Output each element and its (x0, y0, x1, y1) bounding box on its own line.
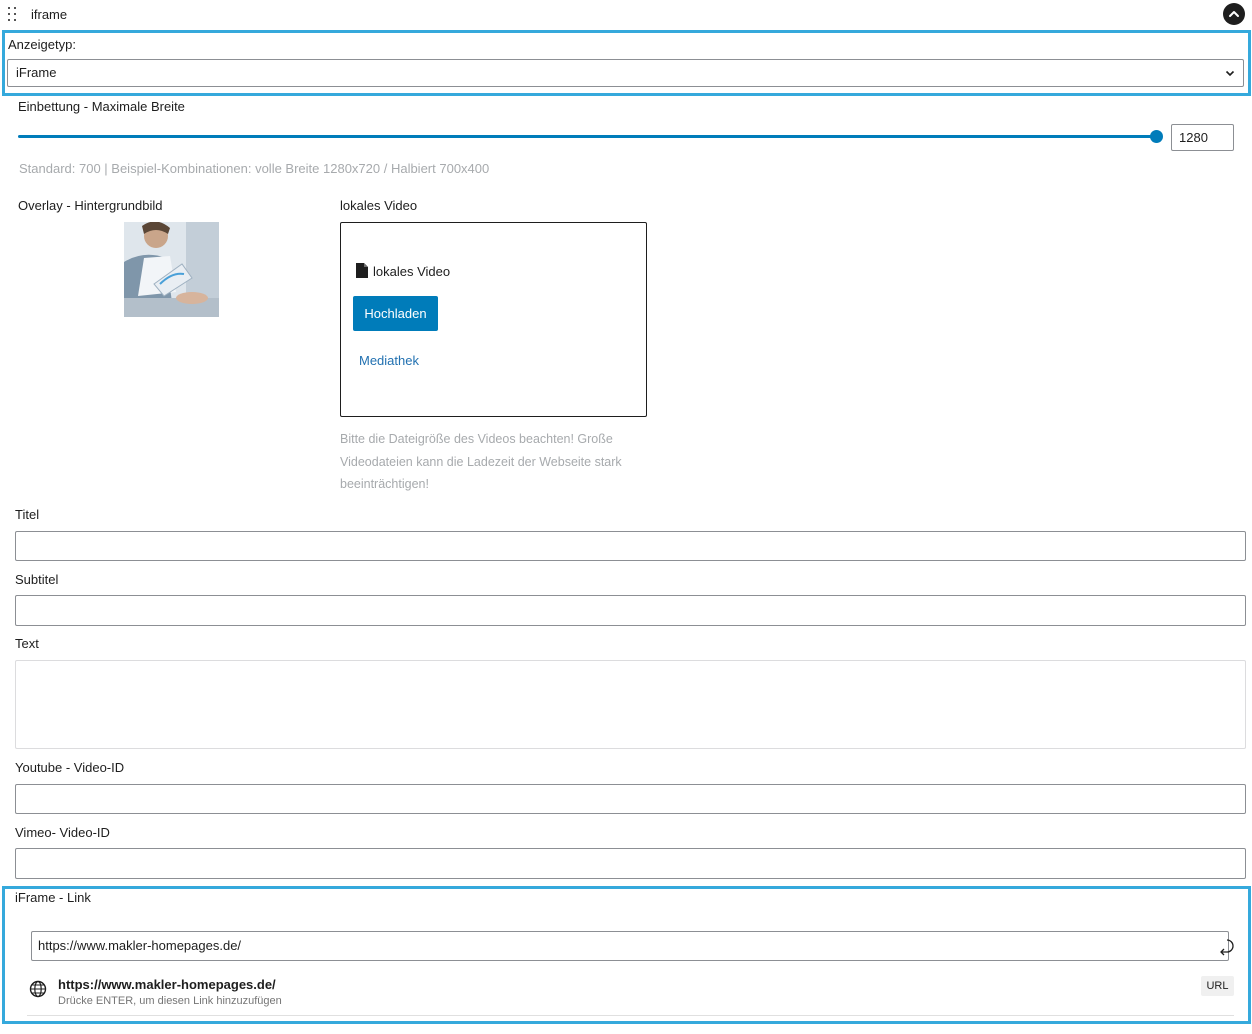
display-type-label: Anzeigetyp: (8, 37, 76, 52)
width-number-input[interactable]: 1280 (1171, 124, 1234, 151)
iframe-link-label: iFrame - Link (15, 890, 91, 905)
url-type-badge: URL (1201, 976, 1234, 996)
url-input[interactable]: https://www.makler-homepages.de/ (31, 931, 1229, 961)
globe-icon (29, 980, 47, 998)
overlay-image-picture (124, 222, 219, 317)
drag-handle-icon[interactable] (7, 6, 19, 22)
youtube-input[interactable] (15, 784, 1246, 814)
chevron-down-icon (1225, 70, 1235, 77)
local-video-label: lokales Video (340, 198, 418, 213)
media-library-button[interactable]: Mediathek (359, 353, 419, 368)
width-slider-handle[interactable] (1150, 130, 1163, 143)
overlay-image[interactable] (124, 222, 219, 317)
embed-width-label: Einbettung - Maximale Breite (18, 99, 185, 114)
submit-enter-icon[interactable] (1218, 936, 1238, 958)
local-video-note: Bitte die Dateigröße des Videos beachten… (340, 432, 622, 491)
title-label: Titel (15, 507, 40, 522)
text-label: Text (15, 636, 39, 651)
youtube-label: Youtube - Video-ID (15, 760, 125, 775)
subtitle-label: Subtitel (15, 572, 59, 587)
display-type-value: iFrame (16, 65, 57, 80)
text-textarea[interactable] (15, 660, 1246, 749)
overlay-label: Overlay - Hintergrundbild (18, 198, 163, 213)
chevron-up-icon (1229, 11, 1239, 17)
media-placeholder: lokales Video Hochladen Mediathek (340, 222, 647, 417)
upload-button[interactable]: Hochladen (353, 296, 438, 331)
link-suggestion-title[interactable]: https://www.makler-homepages.de/ (58, 977, 276, 992)
media-placeholder-title: lokales Video (373, 264, 451, 279)
subtitle-input[interactable] (15, 595, 1246, 626)
embed-width-help: Standard: 700 | Beispiel-Kombinationen: … (19, 161, 490, 176)
block-title: iframe (31, 7, 68, 22)
vimeo-label: Vimeo- Video-ID (15, 825, 110, 840)
collapse-button[interactable] (1223, 3, 1245, 25)
link-suggestion-hint: Drücke ENTER, um diesen Link hinzuzufüge… (58, 995, 282, 1007)
width-slider-track[interactable] (18, 135, 1157, 138)
file-icon (356, 263, 368, 278)
vimeo-input[interactable] (15, 848, 1246, 879)
display-type-select[interactable]: iFrame (7, 59, 1244, 87)
suggestion-divider (27, 1015, 1234, 1016)
title-input[interactable] (15, 531, 1246, 561)
